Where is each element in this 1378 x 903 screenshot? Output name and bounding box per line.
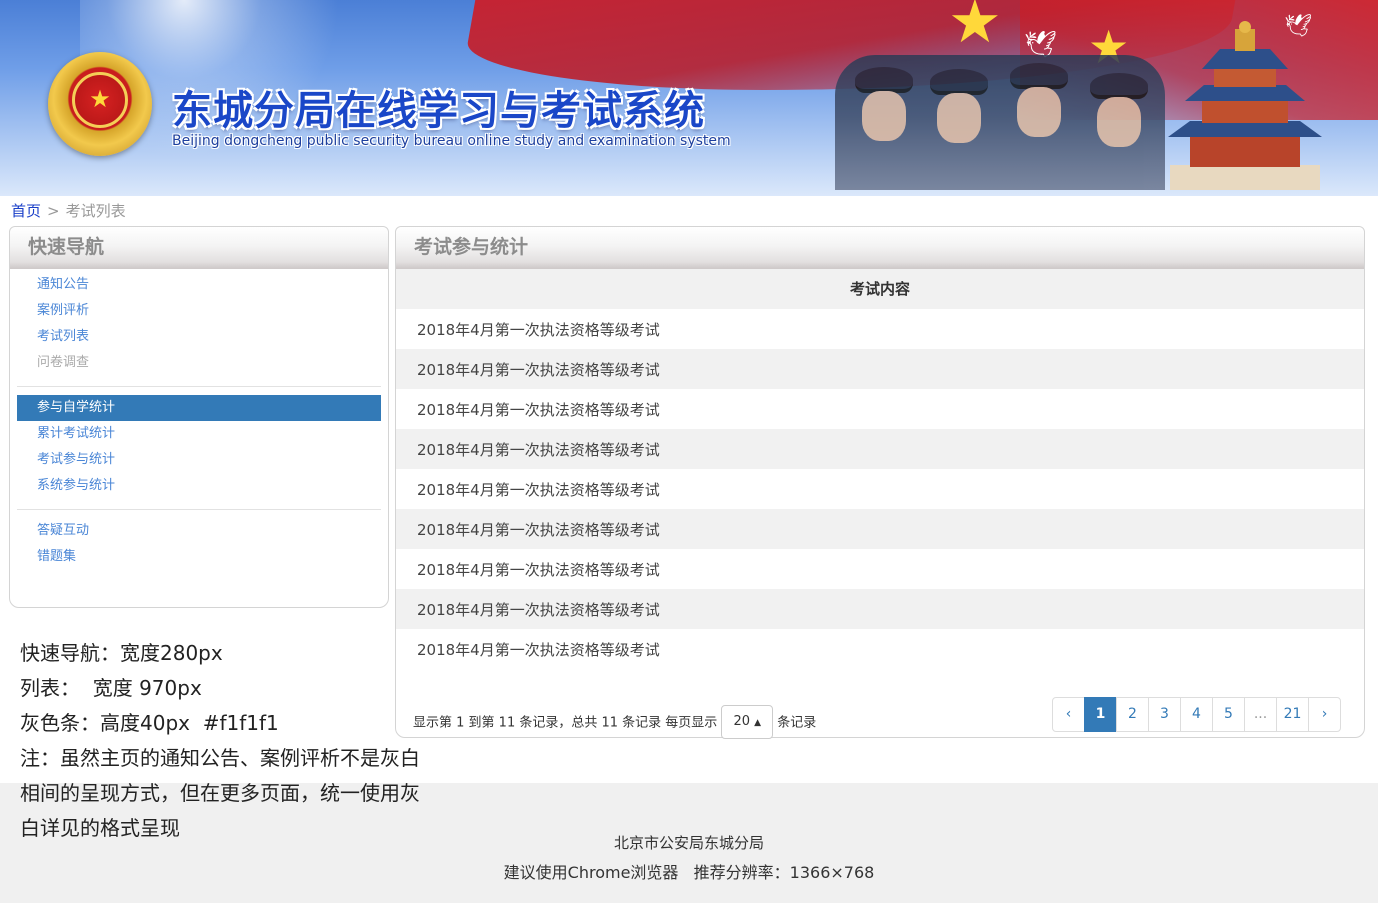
page-button-21[interactable]: 21 xyxy=(1276,697,1309,732)
star-icon: ★ xyxy=(948,0,1002,57)
note-line: 快速导航：宽度280px xyxy=(20,641,223,665)
breadcrumb: 首页 > 考试列表 xyxy=(11,200,126,221)
header-banner: ★ ★ 🕊 🕊 ★ 东城分局在线学习与考试系统 Beijing dongchen… xyxy=(0,0,1378,196)
caret-up-icon: ▲ xyxy=(754,718,762,728)
page-button-1[interactable]: 1 xyxy=(1084,697,1117,732)
nav-item-system-participation-stats[interactable]: 系统参与统计 xyxy=(17,473,381,499)
pagination: ‹ 1 2 3 4 5 ... 21 › xyxy=(1052,697,1341,732)
police-emblem-icon: ★ xyxy=(48,52,152,156)
note-line: 灰色条：高度40px #f1f1f1 xyxy=(20,711,279,735)
footer-recommendation: 建议使用Chrome浏览器 推荐分辨率：1366×768 xyxy=(503,863,875,882)
pager-info-prefix: 显示第 1 到第 11 条记录，总共 11 条记录 每页显示 xyxy=(413,715,718,731)
temple-of-heaven-image xyxy=(1168,21,1322,190)
pager-info-suffix: 条记录 xyxy=(777,715,817,731)
table-row[interactable]: 2018年4月第一次执法资格等级考试 xyxy=(396,389,1364,429)
table-header-exam-content: 考试内容 xyxy=(396,269,1364,309)
nav-item-notice[interactable]: 通知公告 xyxy=(17,272,381,298)
nav-divider xyxy=(17,386,381,387)
table-row[interactable]: 2018年4月第一次执法资格等级考试 xyxy=(396,589,1364,629)
exam-participation-panel: 考试参与统计 考试内容 2018年4月第一次执法资格等级考试 2018年4月第一… xyxy=(395,226,1365,739)
design-notes: 快速导航：宽度280px 列表： 宽度 970px 灰色条：高度40px #f1… xyxy=(20,636,430,846)
page-button-5[interactable]: 5 xyxy=(1212,697,1245,732)
table-row[interactable]: 2018年4月第一次执法资格等级考试 xyxy=(396,549,1364,589)
exam-table-body: 2018年4月第一次执法资格等级考试 2018年4月第一次执法资格等级考试 20… xyxy=(396,309,1364,669)
panel-title: 考试参与统计 xyxy=(396,227,1364,269)
table-row[interactable]: 2018年4月第一次执法资格等级考试 xyxy=(396,509,1364,549)
table-row[interactable]: 2018年4月第一次执法资格等级考试 xyxy=(396,469,1364,509)
quick-nav-title: 快速导航 xyxy=(10,227,388,269)
system-title: 东城分局在线学习与考试系统 xyxy=(172,88,705,134)
nav-item-case-review[interactable]: 案例评析 xyxy=(17,298,381,324)
table-row[interactable]: 2018年4月第一次执法资格等级考试 xyxy=(396,309,1364,349)
table-row[interactable]: 2018年4月第一次执法资格等级考试 xyxy=(396,429,1364,469)
page-button-4[interactable]: 4 xyxy=(1180,697,1213,732)
nav-divider xyxy=(17,509,381,510)
nav-group-3: 答疑互动 错题集 xyxy=(10,518,388,570)
page-button-2[interactable]: 2 xyxy=(1116,697,1149,732)
page-size-value: 20 xyxy=(733,714,751,729)
next-page-button[interactable]: › xyxy=(1308,697,1341,732)
page-ellipsis: ... xyxy=(1244,697,1277,732)
nav-item-survey[interactable]: 问卷调查 xyxy=(17,350,381,376)
breadcrumb-home-link[interactable]: 首页 xyxy=(11,202,41,220)
nav-group-1: 通知公告 案例评析 考试列表 问卷调查 xyxy=(10,272,388,376)
nav-group-2: 参与自学统计 累计考试统计 考试参与统计 系统参与统计 xyxy=(10,395,388,499)
pager-info: 显示第 1 到第 11 条记录，总共 11 条记录 每页显示 20 ▲ 条记录 xyxy=(413,705,817,740)
nav-item-exam-participation-stats[interactable]: 考试参与统计 xyxy=(17,447,381,473)
pager-bar: 显示第 1 到第 11 条记录，总共 11 条记录 每页显示 20 ▲ 条记录 ‹ … xyxy=(396,697,1364,739)
nav-item-wrong-questions[interactable]: 错题集 xyxy=(17,544,381,570)
page-size-select[interactable]: 20 ▲ xyxy=(721,705,774,739)
nav-item-self-study-stats[interactable]: 参与自学统计 xyxy=(17,395,381,421)
table-row[interactable]: 2018年4月第一次执法资格等级考试 xyxy=(396,629,1364,669)
note-line: 相间的呈现方式，但在更多页面，统一使用灰 xyxy=(20,781,420,805)
nav-item-qa[interactable]: 答疑互动 xyxy=(17,518,381,544)
note-line: 白详见的格式呈现 xyxy=(20,816,180,840)
quick-nav-panel: 快速导航 通知公告 案例评析 考试列表 问卷调查 参与自学统计 累计考试统计 考… xyxy=(9,226,389,608)
prev-page-button[interactable]: ‹ xyxy=(1052,697,1085,732)
police-officers-image xyxy=(835,55,1165,190)
table-row[interactable]: 2018年4月第一次执法资格等级考试 xyxy=(396,349,1364,389)
breadcrumb-current: 考试列表 xyxy=(65,202,126,220)
breadcrumb-separator: > xyxy=(47,202,60,220)
nav-item-exam-list[interactable]: 考试列表 xyxy=(17,324,381,350)
nav-item-cumulative-exam-stats[interactable]: 累计考试统计 xyxy=(17,421,381,447)
system-subtitle: Beijing dongcheng public security bureau… xyxy=(172,133,731,149)
note-line: 列表： 宽度 970px xyxy=(20,676,202,700)
note-line: 注：虽然主页的通知公告、案例评析不是灰白 xyxy=(20,746,420,770)
page-button-3[interactable]: 3 xyxy=(1148,697,1181,732)
